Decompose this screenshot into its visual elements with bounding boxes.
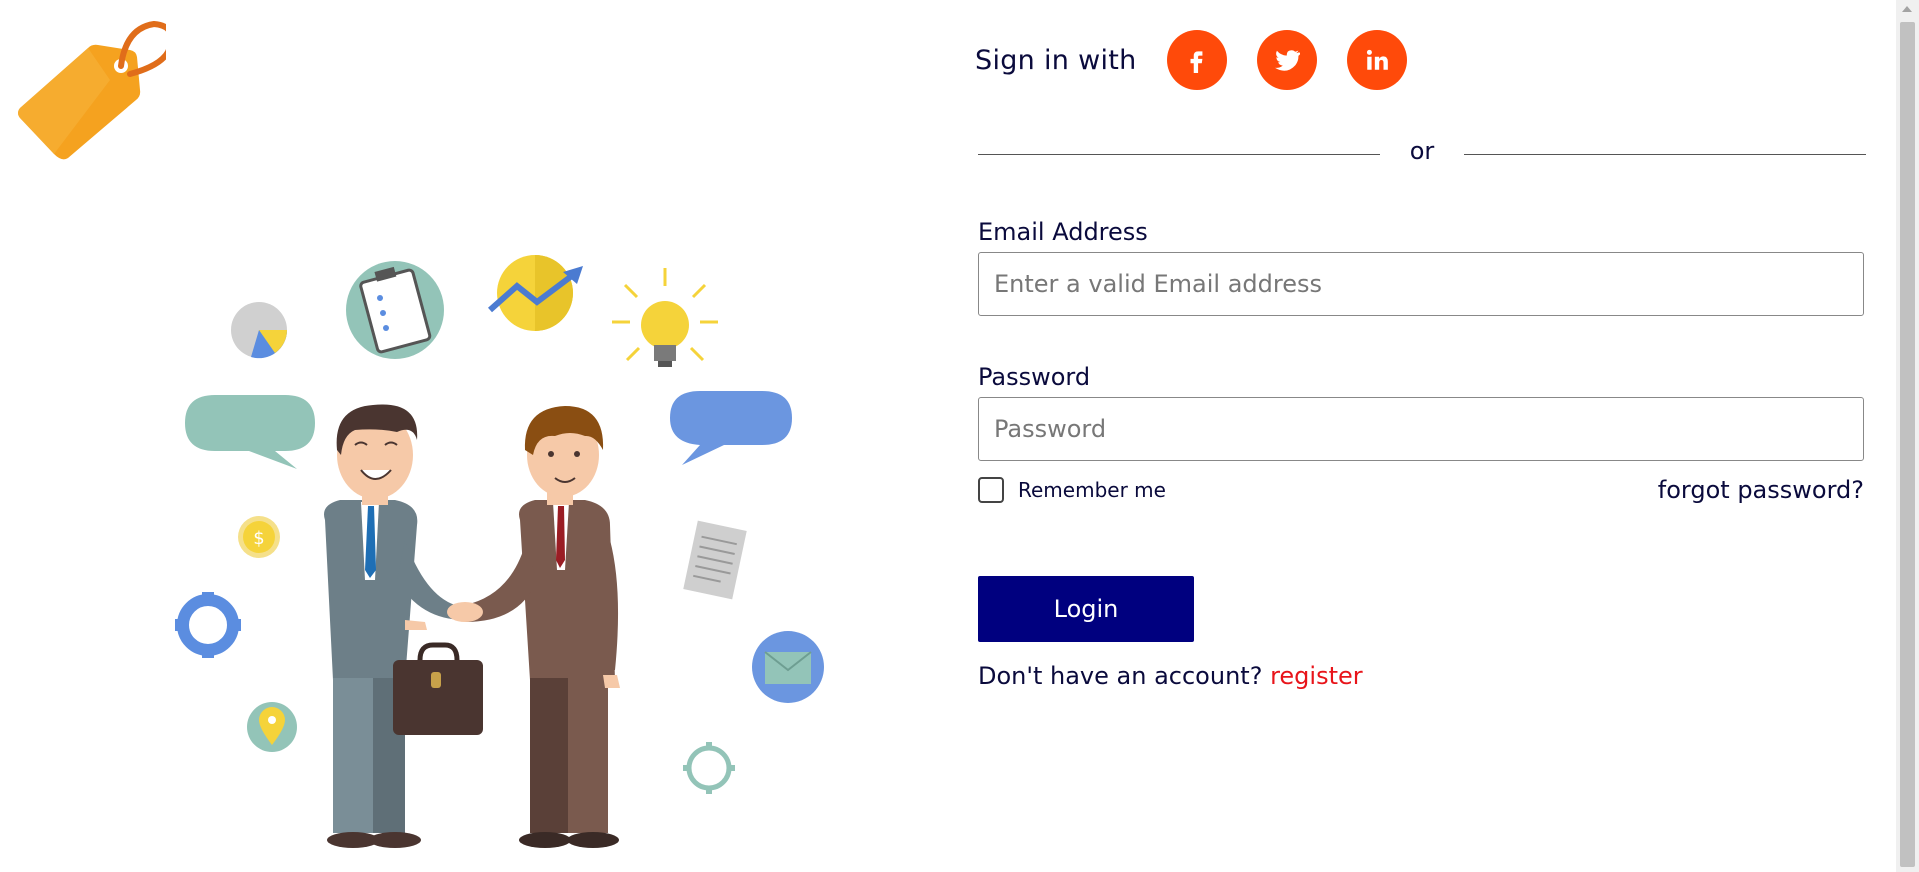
register-row: Don't have an account? register <box>978 662 1363 690</box>
lightbulb-icon <box>612 268 718 367</box>
linkedin-button[interactable] <box>1346 30 1407 90</box>
twitter-icon <box>1274 50 1300 71</box>
price-tag-icon <box>18 20 175 160</box>
linkedin-icon <box>1366 49 1388 70</box>
location-pin-icon <box>247 702 297 752</box>
or-divider: or <box>978 137 1866 173</box>
register-link[interactable]: register <box>1270 662 1363 690</box>
businessman-left <box>324 404 483 848</box>
speech-bubble-icon <box>185 395 315 469</box>
facebook-button[interactable] <box>1166 30 1227 90</box>
coin-icon: $ <box>238 516 280 558</box>
businessman-right <box>465 406 620 848</box>
scrollbar-thumb[interactable] <box>1900 22 1915 867</box>
svg-text:$: $ <box>253 528 264 549</box>
email-label: Email Address <box>978 218 1148 246</box>
signin-label: Sign in with <box>975 44 1137 76</box>
business-handshake-illustration: $ <box>165 250 835 850</box>
password-field[interactable] <box>978 397 1864 461</box>
remember-me-checkbox[interactable] <box>978 477 1004 503</box>
clipboard-icon <box>346 261 444 359</box>
mail-icon <box>752 631 824 703</box>
divider-text: or <box>1409 137 1435 165</box>
remember-me-row: Remember me <box>978 477 1166 503</box>
password-label: Password <box>978 363 1091 391</box>
twitter-button[interactable] <box>1256 30 1317 90</box>
scroll-up-arrow-icon[interactable] <box>1902 6 1912 12</box>
settings-small-icon <box>683 742 735 794</box>
document-icon <box>683 520 747 600</box>
gear-icon <box>175 592 241 658</box>
login-button[interactable]: Login <box>978 576 1194 642</box>
logo <box>14 14 175 166</box>
social-signin-row: Sign in with <box>975 29 1437 91</box>
pie-chart-icon <box>231 302 288 359</box>
speech-bubble-icon <box>670 391 792 465</box>
facebook-icon <box>1190 51 1202 73</box>
divider-line <box>1464 154 1866 155</box>
remember-me-label: Remember me <box>1018 478 1166 502</box>
register-prompt: Don't have an account? <box>978 662 1271 690</box>
growth-chart-icon <box>488 255 583 331</box>
vertical-scrollbar[interactable] <box>1896 0 1919 872</box>
handshake <box>447 602 483 622</box>
forgot-password-link[interactable]: forgot password? <box>1658 476 1864 504</box>
email-field[interactable] <box>978 252 1864 316</box>
